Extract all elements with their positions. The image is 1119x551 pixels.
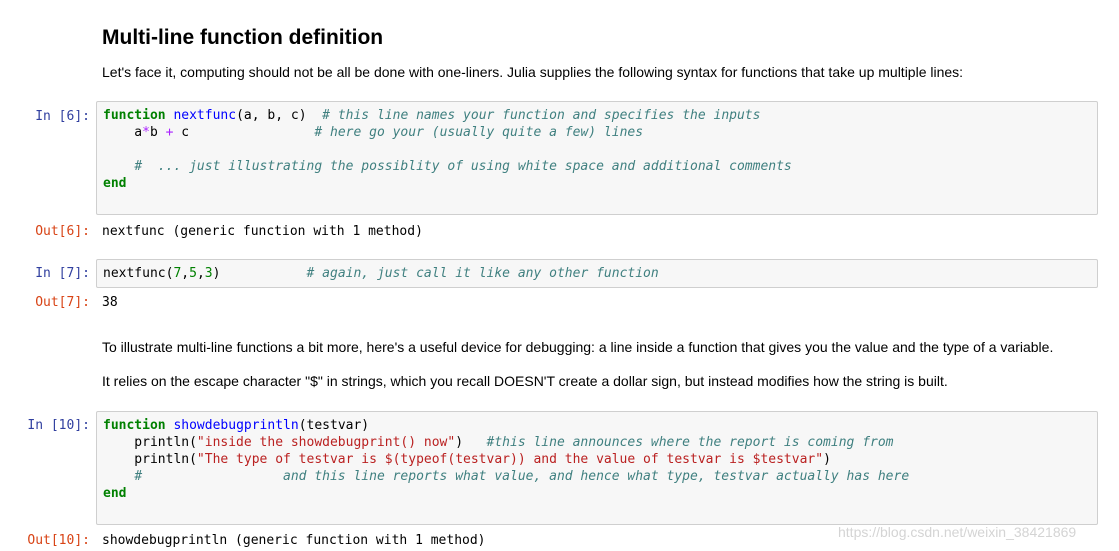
- comment-token: # here go your (usually quite a few) lin…: [314, 125, 644, 140]
- operator-token: *: [142, 125, 150, 140]
- code-token: ): [212, 266, 307, 281]
- code-token: (a, b, c): [236, 108, 323, 123]
- cell-output-10: showdebugprintln (generic function with …: [102, 533, 486, 548]
- string-token: "The type of testvar is $(typeof(testvar…: [196, 452, 824, 467]
- code-line: # and this line reports what value, and …: [103, 469, 909, 484]
- output-prompt-10: Out[10]:: [27, 533, 90, 548]
- code-token: ): [455, 435, 487, 450]
- code-line: end: [103, 176, 126, 191]
- code-token: println(: [103, 435, 197, 450]
- input-prompt-10: In [10]:: [27, 418, 90, 433]
- code-line: function showdebugprintln(testvar): [103, 418, 369, 433]
- watermark: https://blog.csdn.net/weixin_38421869: [838, 524, 1077, 540]
- escape-paragraph: It relies on the escape character "$" in…: [102, 373, 948, 389]
- code-token: ): [823, 452, 831, 467]
- code-cell-10[interactable]: function showdebugprintln(testvar) print…: [96, 411, 1098, 525]
- keyword-token: function: [103, 108, 166, 123]
- code-token: c: [173, 125, 315, 140]
- code-token: ,: [181, 266, 190, 281]
- comment-token: # again, just call it like any other fun…: [306, 266, 659, 281]
- input-prompt-7: In [7]:: [35, 266, 90, 281]
- comment-token: #this line announces where the report is…: [486, 435, 894, 450]
- code-cell-7[interactable]: nextfunc(7,5,3) # again, just call it li…: [96, 259, 1098, 288]
- output-prompt-6: Out[6]:: [35, 224, 90, 239]
- comment-token: # this line names your function and spec…: [322, 108, 761, 123]
- code-cell-6[interactable]: function nextfunc(a, b, c) # this line n…: [96, 101, 1098, 215]
- code-line: nextfunc(7,5,3) # again, just call it li…: [103, 266, 659, 281]
- function-name-token: showdebugprintln: [173, 418, 299, 433]
- code-line: println("The type of testvar is $(typeof…: [103, 452, 831, 467]
- keyword-token: function: [103, 418, 166, 433]
- cell-output-6: nextfunc (generic function with 1 method…: [102, 224, 423, 239]
- code-line: a*b + c # here go your (usually quite a …: [103, 125, 643, 140]
- string-token: "inside the showdebugprint() now": [196, 435, 456, 450]
- intro-paragraph: Let's face it, computing should not be a…: [102, 64, 964, 80]
- code-token: b: [149, 125, 166, 140]
- comment-token: # ... just illustrating the possiblity o…: [134, 159, 792, 174]
- keyword-token: end: [103, 176, 127, 191]
- code-token: (testvar): [298, 418, 370, 433]
- code-editor[interactable]: function nextfunc(a, b, c) # this line n…: [103, 107, 792, 192]
- code-editor[interactable]: nextfunc(7,5,3) # again, just call it li…: [103, 265, 659, 282]
- number-token: 3: [204, 266, 213, 281]
- code-token: println(: [103, 452, 197, 467]
- output-prompt-7: Out[7]:: [35, 295, 90, 310]
- section-heading: Multi-line function definition: [102, 26, 384, 49]
- function-name-token: nextfunc: [173, 108, 237, 123]
- code-token: a: [103, 125, 143, 140]
- code-token: nextfunc(: [103, 266, 174, 281]
- keyword-token: end: [103, 486, 127, 501]
- cell-output-7: 38: [102, 295, 118, 310]
- code-line: println("inside the showdebugprint() now…: [103, 435, 894, 450]
- number-token: 5: [189, 266, 197, 281]
- code-token: ,: [196, 266, 205, 281]
- code-line: function nextfunc(a, b, c) # this line n…: [103, 108, 760, 123]
- comment-token: # and this line reports what value, and …: [134, 469, 910, 484]
- debug-paragraph: To illustrate multi-line functions a bit…: [102, 339, 1054, 355]
- code-line: # ... just illustrating the possiblity o…: [103, 159, 792, 174]
- code-editor[interactable]: function showdebugprintln(testvar) print…: [103, 417, 909, 502]
- input-prompt-6: In [6]:: [35, 109, 90, 124]
- code-line: end: [103, 486, 126, 501]
